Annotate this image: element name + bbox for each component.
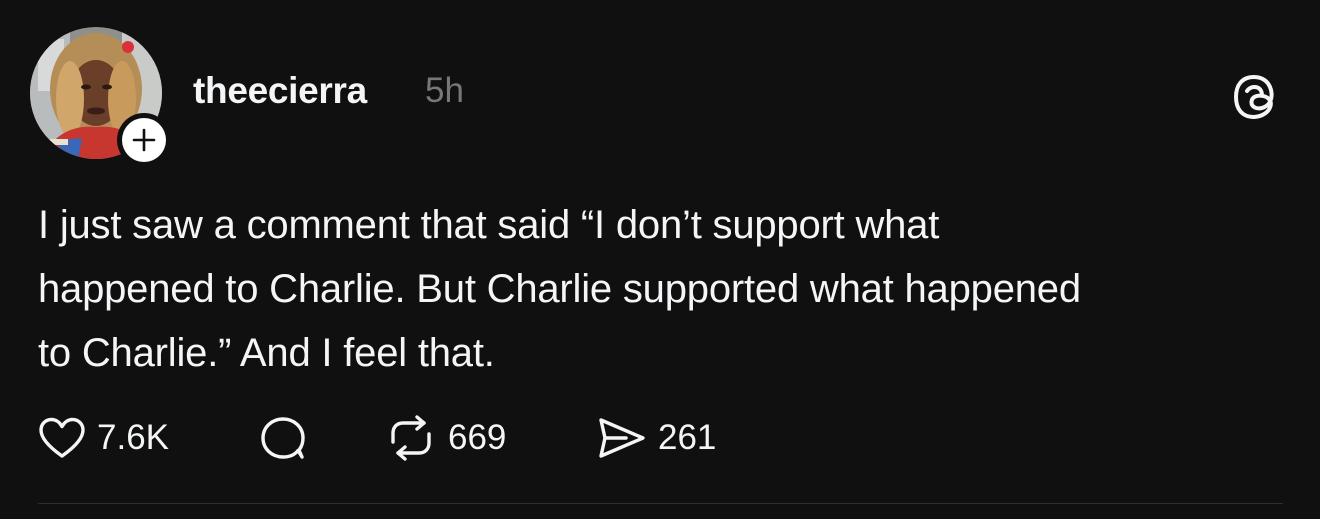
repost-count: 669 — [448, 418, 507, 457]
post-timestamp: 5h — [425, 71, 464, 110]
repost-icon — [391, 415, 431, 461]
threads-logo-icon — [1230, 73, 1278, 121]
heart-icon — [39, 417, 85, 458]
author-avatar-container — [30, 27, 171, 167]
post-divider — [38, 503, 1283, 504]
comment-icon — [261, 417, 305, 459]
thread-post: theecierra 5h I just saw a comment that … — [0, 0, 1320, 519]
share-count: 261 — [658, 418, 717, 457]
post-body-text: I just saw a comment that said “I don’t … — [38, 203, 1081, 375]
share-icon — [599, 418, 645, 458]
follow-button[interactable] — [117, 113, 171, 167]
repost-button[interactable]: 669 — [384, 414, 506, 462]
share-button[interactable]: 261 — [596, 414, 716, 462]
comment-button[interactable] — [258, 414, 308, 462]
like-count: 7.6K — [97, 418, 169, 457]
author-username[interactable]: theecierra — [193, 70, 367, 112]
like-button[interactable]: 7.6K — [37, 414, 169, 462]
follow-badge — [122, 118, 166, 162]
plus-icon — [132, 128, 156, 152]
